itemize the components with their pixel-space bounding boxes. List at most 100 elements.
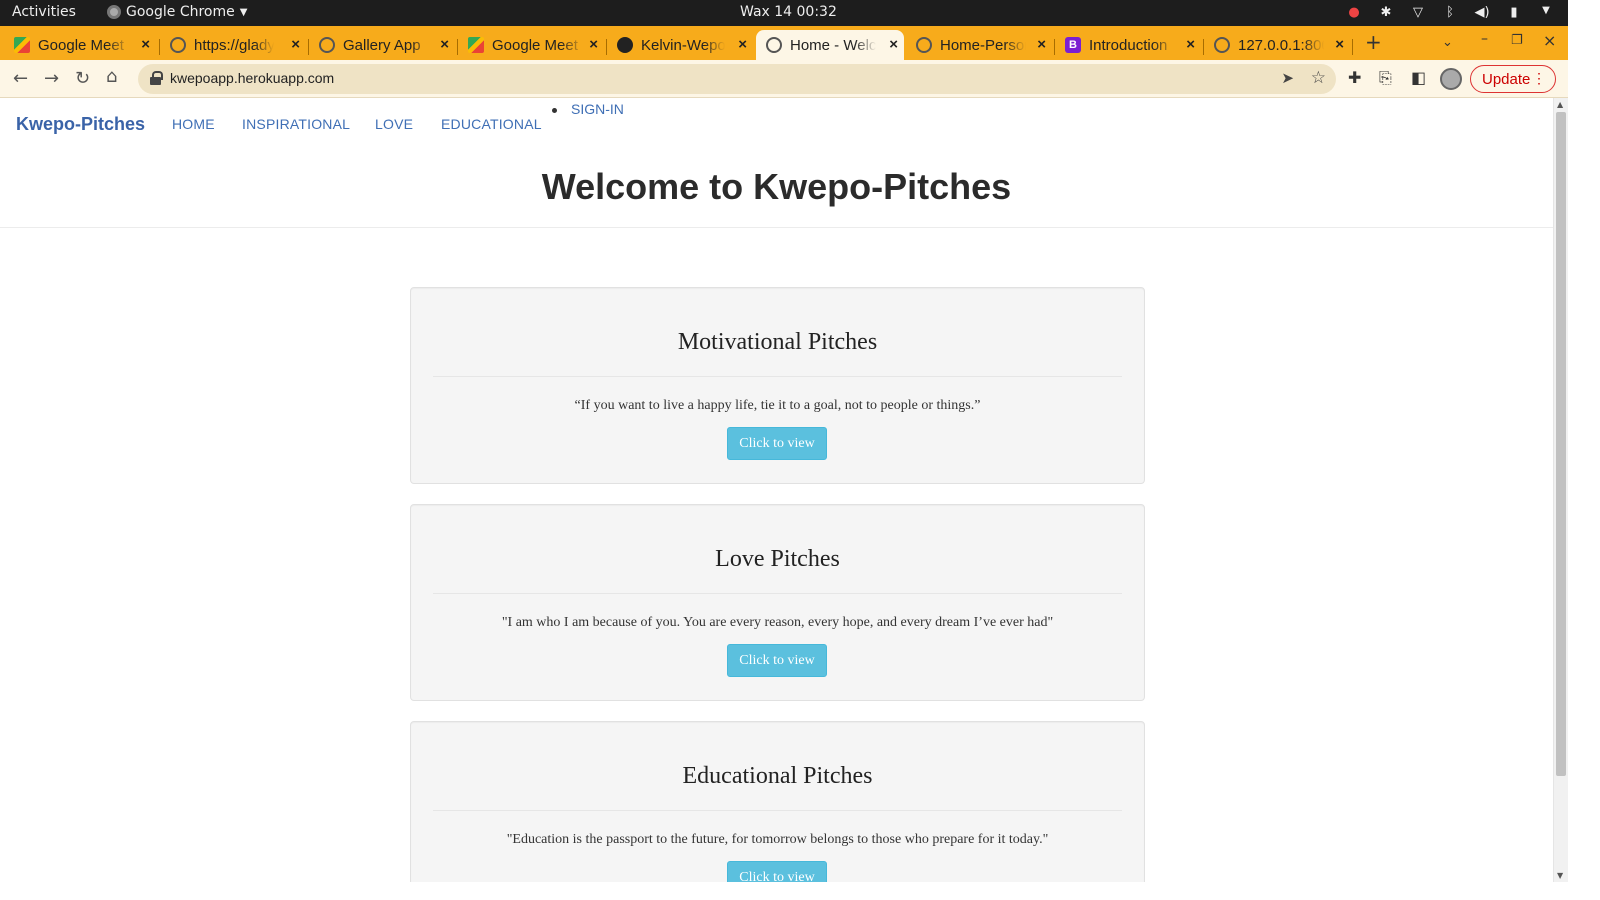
card-divider [433,593,1122,594]
tab-separator [1352,39,1353,55]
tab-title: Home-Person [940,36,1026,54]
bookmark-star-icon[interactable]: ☆ [1311,68,1326,88]
back-icon[interactable]: ← [13,68,28,89]
page-viewport: Kwepo-Pitches HOME INSPIRATIONAL LOVE ED… [0,98,1553,882]
reload-icon[interactable]: ↻ [75,68,90,89]
close-icon[interactable]: × [291,36,300,53]
wifi-icon[interactable]: ▽ [1410,5,1426,20]
system-top-bar: Activities Google Chrome ▼ Wax 14 00:32 … [0,0,1568,26]
tab-google-meet-2[interactable]: Google Meet × [462,30,604,60]
signin-label[interactable]: SIGN-IN [571,101,624,117]
tab-strip: Google Meet × https://glady × Gallery Ap… [0,26,1568,60]
restore-icon[interactable]: ❐ [1511,33,1523,48]
github-icon [617,37,633,53]
pitch-card-motivational: Motivational Pitches “If you want to liv… [410,287,1145,484]
view-love-button[interactable]: Click to view [727,644,827,677]
system-menu-caret-icon[interactable]: ▼ [1538,5,1554,20]
system-tray[interactable]: ● ✱ ▽ ᛒ ◀) ▮ ▼ [1346,5,1554,20]
activities-button[interactable]: Activities [12,4,76,20]
address-bar[interactable]: kwepoapp.herokuapp.com ➤ ☆ [138,64,1336,94]
google-meet-icon [468,37,484,53]
new-tab-icon[interactable]: + [1365,30,1382,54]
cast-icon[interactable]: ⎘ [1379,68,1392,88]
scroll-up-icon[interactable]: ▲ [1557,100,1563,109]
page-title: Welcome to Kwepo-Pitches [541,166,1012,207]
tab-separator [606,39,607,55]
card-divider [433,376,1122,377]
home-icon[interactable]: ⌂ [106,66,117,87]
card-title: Love Pitches [715,546,840,572]
close-icon[interactable]: × [589,36,598,53]
close-icon[interactable]: × [440,36,449,53]
tab-title: Introduction [1089,36,1168,54]
slack-icon[interactable]: ✱ [1378,5,1394,20]
app-name: Google Chrome [126,4,235,20]
tab-title: 127.0.0.1:800 [1238,36,1324,54]
chrome-tray-icon[interactable]: ● [1346,5,1362,20]
card-quote: "Education is the passport to the future… [506,832,1049,847]
nav-educational[interactable]: EDUCATIONAL [441,116,542,132]
window-close-icon[interactable]: × [1543,31,1556,50]
tab-title: Home - Welco [790,36,876,54]
tab-title: Google Meet [38,36,124,54]
card-quote: "I am who I am because of you. You are e… [501,615,1054,630]
tab-glady[interactable]: https://glady × [164,30,306,60]
side-panel-icon[interactable]: ◧ [1411,68,1426,87]
bluetooth-icon[interactable]: ᛒ [1442,5,1458,20]
send-icon[interactable]: ➤ [1281,69,1294,87]
tab-search-icon[interactable]: ⌄ [1442,35,1453,50]
tab-google-meet-1[interactable]: Google Meet × [14,30,156,60]
nav-love[interactable]: LOVE [375,116,413,132]
lock-icon[interactable] [150,71,163,85]
update-button[interactable]: Update ⋮ [1470,65,1556,93]
tab-title: https://glady [194,36,274,54]
scrollbar-thumb[interactable] [1556,112,1566,776]
tab-github-kelvin[interactable]: Kelvin-Wepo × [611,30,753,60]
tab-separator [159,39,160,55]
pitch-card-educational: Educational Pitches "Education is the pa… [410,721,1145,882]
clock[interactable]: Wax 14 00:32 [740,4,837,20]
url-text[interactable]: kwepoapp.herokuapp.com [170,70,334,86]
card-quote: “If you want to live a happy life, tie i… [574,398,981,413]
pitch-card-love: Love Pitches "I am who I am because of y… [410,504,1145,701]
globe-icon [1214,37,1230,53]
app-menu[interactable]: Google Chrome ▼ [107,4,247,20]
scroll-down-icon[interactable]: ▼ [1557,871,1563,880]
profile-avatar[interactable] [1440,68,1462,90]
battery-icon[interactable]: ▮ [1506,5,1522,20]
card-title: Educational Pitches [682,763,873,789]
globe-icon [170,37,186,53]
google-meet-icon [14,37,30,53]
page-scrollbar[interactable]: ▲ ▼ [1553,98,1568,882]
view-educational-button[interactable]: Click to view [727,861,827,882]
nav-home[interactable]: HOME [172,116,215,132]
close-icon[interactable]: × [1037,36,1046,53]
tab-gallery-app[interactable]: Gallery App × [313,30,455,60]
globe-icon [319,37,335,53]
tab-separator [308,39,309,55]
minimize-icon[interactable]: – [1481,31,1488,47]
forward-icon[interactable]: → [44,68,59,89]
chrome-icon [107,5,121,19]
tab-home-personal[interactable]: Home-Person × [910,30,1052,60]
bootstrap-icon: B [1065,37,1081,53]
close-icon[interactable]: × [1335,36,1344,53]
extensions-icon[interactable]: ✚ [1348,68,1361,87]
site-brand[interactable]: Kwepo-Pitches [16,114,145,135]
card-divider [433,810,1122,811]
nav-inspirational[interactable]: INSPIRATIONAL [242,116,350,132]
tab-title: Kelvin-Wepo [641,36,725,54]
close-icon[interactable]: × [738,36,747,53]
close-icon[interactable]: × [889,36,898,53]
close-icon[interactable]: × [1186,36,1195,53]
tab-title: Google Meet [492,36,578,54]
card-title: Motivational Pitches [677,329,878,355]
volume-icon[interactable]: ◀) [1474,5,1490,20]
tab-introduction[interactable]: B Introduction × [1059,30,1201,60]
tab-home-welcome[interactable]: Home - Welco × [756,30,904,60]
view-motivational-button[interactable]: Click to view [727,427,827,460]
tab-localhost[interactable]: 127.0.0.1:800 × [1208,30,1350,60]
tab-separator [1203,39,1204,55]
close-icon[interactable]: × [141,36,150,53]
more-menu-icon[interactable]: ⋮ [1532,70,1546,87]
